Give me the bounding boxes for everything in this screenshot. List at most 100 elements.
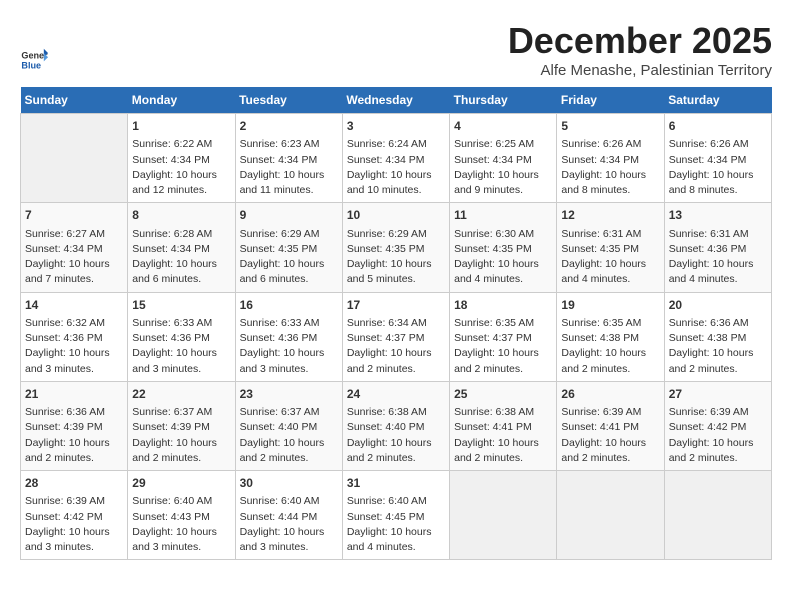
table-row: [21, 114, 128, 203]
calendar-week-row: 14 Sunrise: 6:32 AM Sunset: 4:36 PM Dayl…: [21, 292, 772, 381]
daylight-label: Daylight: 10 hours and 10 minutes.: [347, 169, 432, 196]
daylight-label: Daylight: 10 hours and 2 minutes.: [240, 437, 325, 464]
table-row: 30 Sunrise: 6:40 AM Sunset: 4:44 PM Dayl…: [235, 471, 342, 560]
table-row: 6 Sunrise: 6:26 AM Sunset: 4:34 PM Dayli…: [664, 114, 771, 203]
day-number: 15: [132, 297, 230, 314]
sunrise-label: Sunrise: 6:29 AM: [240, 228, 320, 240]
daylight-label: Daylight: 10 hours and 8 minutes.: [669, 169, 754, 196]
sunrise-label: Sunrise: 6:38 AM: [347, 406, 427, 418]
col-wednesday: Wednesday: [342, 87, 449, 114]
daylight-label: Daylight: 10 hours and 4 minutes.: [669, 258, 754, 285]
table-row: 3 Sunrise: 6:24 AM Sunset: 4:34 PM Dayli…: [342, 114, 449, 203]
table-row: 2 Sunrise: 6:23 AM Sunset: 4:34 PM Dayli…: [235, 114, 342, 203]
table-row: [450, 471, 557, 560]
table-row: 8 Sunrise: 6:28 AM Sunset: 4:34 PM Dayli…: [128, 203, 235, 292]
sunset-label: Sunset: 4:34 PM: [132, 243, 210, 255]
month-title: December 2025: [508, 20, 772, 62]
day-number: 25: [454, 386, 552, 403]
daylight-label: Daylight: 10 hours and 2 minutes.: [25, 437, 110, 464]
table-row: 12 Sunrise: 6:31 AM Sunset: 4:35 PM Dayl…: [557, 203, 664, 292]
calendar-week-row: 28 Sunrise: 6:39 AM Sunset: 4:42 PM Dayl…: [21, 471, 772, 560]
table-row: 22 Sunrise: 6:37 AM Sunset: 4:39 PM Dayl…: [128, 381, 235, 470]
sunset-label: Sunset: 4:34 PM: [669, 154, 747, 166]
daylight-label: Daylight: 10 hours and 3 minutes.: [132, 526, 217, 553]
daylight-label: Daylight: 10 hours and 4 minutes.: [347, 526, 432, 553]
sunrise-label: Sunrise: 6:39 AM: [669, 406, 749, 418]
sunset-label: Sunset: 4:39 PM: [132, 421, 210, 433]
sunset-label: Sunset: 4:34 PM: [240, 154, 318, 166]
daylight-label: Daylight: 10 hours and 2 minutes.: [347, 437, 432, 464]
table-row: 25 Sunrise: 6:38 AM Sunset: 4:41 PM Dayl…: [450, 381, 557, 470]
sunset-label: Sunset: 4:45 PM: [347, 511, 425, 523]
day-number: 17: [347, 297, 445, 314]
sunrise-label: Sunrise: 6:33 AM: [132, 317, 212, 329]
daylight-label: Daylight: 10 hours and 3 minutes.: [240, 347, 325, 374]
daylight-label: Daylight: 10 hours and 2 minutes.: [561, 347, 646, 374]
sunset-label: Sunset: 4:41 PM: [454, 421, 532, 433]
sunrise-label: Sunrise: 6:22 AM: [132, 138, 212, 150]
sunrise-label: Sunrise: 6:37 AM: [132, 406, 212, 418]
day-number: 28: [25, 475, 123, 492]
day-number: 1: [132, 118, 230, 135]
day-number: 13: [669, 207, 767, 224]
table-row: 17 Sunrise: 6:34 AM Sunset: 4:37 PM Dayl…: [342, 292, 449, 381]
table-row: 21 Sunrise: 6:36 AM Sunset: 4:39 PM Dayl…: [21, 381, 128, 470]
day-number: 24: [347, 386, 445, 403]
daylight-label: Daylight: 10 hours and 6 minutes.: [132, 258, 217, 285]
col-friday: Friday: [557, 87, 664, 114]
day-number: 23: [240, 386, 338, 403]
day-number: 30: [240, 475, 338, 492]
daylight-label: Daylight: 10 hours and 3 minutes.: [132, 347, 217, 374]
daylight-label: Daylight: 10 hours and 12 minutes.: [132, 169, 217, 196]
calendar-table: Sunday Monday Tuesday Wednesday Thursday…: [20, 87, 772, 560]
daylight-label: Daylight: 10 hours and 11 minutes.: [240, 169, 325, 196]
daylight-label: Daylight: 10 hours and 9 minutes.: [454, 169, 539, 196]
col-tuesday: Tuesday: [235, 87, 342, 114]
table-row: 19 Sunrise: 6:35 AM Sunset: 4:38 PM Dayl…: [557, 292, 664, 381]
table-row: 20 Sunrise: 6:36 AM Sunset: 4:38 PM Dayl…: [664, 292, 771, 381]
sunset-label: Sunset: 4:34 PM: [25, 243, 103, 255]
sunrise-label: Sunrise: 6:37 AM: [240, 406, 320, 418]
daylight-label: Daylight: 10 hours and 6 minutes.: [240, 258, 325, 285]
day-number: 14: [25, 297, 123, 314]
daylight-label: Daylight: 10 hours and 2 minutes.: [669, 437, 754, 464]
sunrise-label: Sunrise: 6:25 AM: [454, 138, 534, 150]
table-row: 16 Sunrise: 6:33 AM Sunset: 4:36 PM Dayl…: [235, 292, 342, 381]
sunset-label: Sunset: 4:34 PM: [347, 154, 425, 166]
table-row: 31 Sunrise: 6:40 AM Sunset: 4:45 PM Dayl…: [342, 471, 449, 560]
sunrise-label: Sunrise: 6:34 AM: [347, 317, 427, 329]
sunset-label: Sunset: 4:44 PM: [240, 511, 318, 523]
sunset-label: Sunset: 4:34 PM: [561, 154, 639, 166]
sunrise-label: Sunrise: 6:38 AM: [454, 406, 534, 418]
day-number: 8: [132, 207, 230, 224]
sunrise-label: Sunrise: 6:28 AM: [132, 228, 212, 240]
sunset-label: Sunset: 4:36 PM: [25, 332, 103, 344]
day-number: 16: [240, 297, 338, 314]
day-number: 20: [669, 297, 767, 314]
day-number: 18: [454, 297, 552, 314]
sunrise-label: Sunrise: 6:31 AM: [561, 228, 641, 240]
sunset-label: Sunset: 4:35 PM: [561, 243, 639, 255]
sunrise-label: Sunrise: 6:31 AM: [669, 228, 749, 240]
daylight-label: Daylight: 10 hours and 4 minutes.: [561, 258, 646, 285]
day-number: 29: [132, 475, 230, 492]
sunset-label: Sunset: 4:42 PM: [669, 421, 747, 433]
sunrise-label: Sunrise: 6:23 AM: [240, 138, 320, 150]
daylight-label: Daylight: 10 hours and 2 minutes.: [454, 347, 539, 374]
sunset-label: Sunset: 4:40 PM: [240, 421, 318, 433]
sunrise-label: Sunrise: 6:36 AM: [25, 406, 105, 418]
daylight-label: Daylight: 10 hours and 3 minutes.: [25, 347, 110, 374]
daylight-label: Daylight: 10 hours and 2 minutes.: [132, 437, 217, 464]
svg-text:Blue: Blue: [21, 60, 41, 70]
table-row: 13 Sunrise: 6:31 AM Sunset: 4:36 PM Dayl…: [664, 203, 771, 292]
sunset-label: Sunset: 4:38 PM: [669, 332, 747, 344]
table-row: 5 Sunrise: 6:26 AM Sunset: 4:34 PM Dayli…: [557, 114, 664, 203]
sunrise-label: Sunrise: 6:39 AM: [25, 495, 105, 507]
sunset-label: Sunset: 4:41 PM: [561, 421, 639, 433]
day-number: 31: [347, 475, 445, 492]
daylight-label: Daylight: 10 hours and 3 minutes.: [240, 526, 325, 553]
day-number: 2: [240, 118, 338, 135]
day-number: 22: [132, 386, 230, 403]
day-number: 26: [561, 386, 659, 403]
table-row: 27 Sunrise: 6:39 AM Sunset: 4:42 PM Dayl…: [664, 381, 771, 470]
